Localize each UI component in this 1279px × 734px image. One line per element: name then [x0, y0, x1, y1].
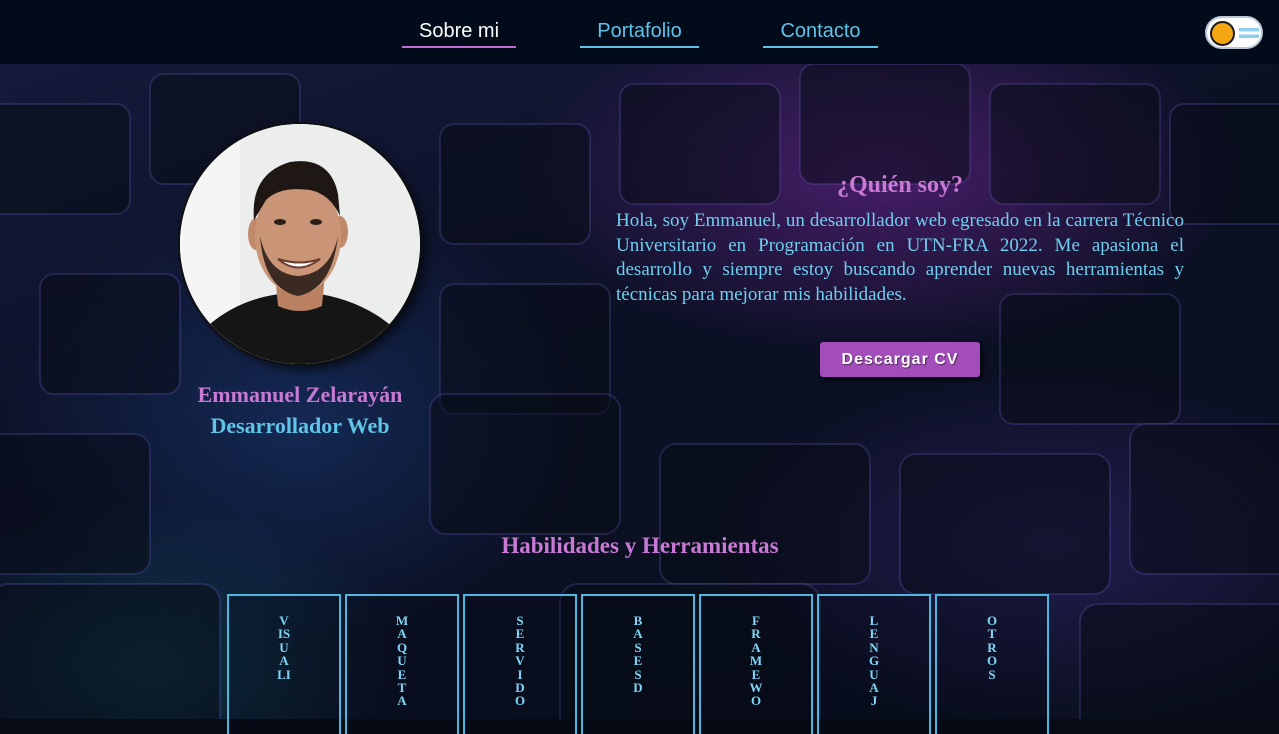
skill-card-otros[interactable]: OTROS: [935, 594, 1049, 734]
avatar: [180, 124, 420, 364]
nav-link-portafolio[interactable]: Portafolio: [580, 18, 699, 48]
profile-name: Emmanuel Zelarayán: [197, 382, 403, 407]
skill-card-maquetacion[interactable]: MAQUETA: [345, 594, 459, 734]
navbar: Sobre mi Portafolio Contacto: [0, 0, 1279, 64]
skills-grid: VISUALI MAQUETA SERVIDO BASES D FRAMEWO …: [227, 594, 1049, 734]
skill-card-lenguajes[interactable]: LENGUAJ: [817, 594, 931, 734]
profile-photo: [180, 124, 420, 364]
sun-icon: [1210, 21, 1235, 46]
skill-card-bases-de-datos[interactable]: BASES D: [581, 594, 695, 734]
skill-card-label: SERVIDO: [514, 613, 526, 709]
skill-card-label: VISUALI: [277, 613, 291, 682]
skill-card-visualizacion[interactable]: VISUALI: [227, 594, 341, 734]
skill-card-frameworks[interactable]: FRAMEWO: [699, 594, 813, 734]
argentina-flag-icon: [1239, 28, 1259, 38]
skill-card-label: OTROS: [986, 613, 998, 682]
nav-link-contacto[interactable]: Contacto: [763, 18, 878, 48]
nav-link-sobre-mi[interactable]: Sobre mi: [402, 18, 516, 48]
skill-card-servidores[interactable]: SERVIDO: [463, 594, 577, 734]
profile-role: Desarrollador Web: [210, 413, 390, 438]
theme-toggle[interactable]: [1205, 16, 1263, 49]
skill-card-label: FRAMEWO: [749, 613, 763, 709]
skill-card-label: BASES D: [633, 613, 645, 696]
download-cv-button[interactable]: Descargar CV: [820, 342, 980, 377]
skills-title: Habilidades y Herramientas: [501, 533, 779, 558]
about-title: ¿Quién soy?: [836, 172, 964, 198]
skill-card-label: LENGUAJ: [868, 613, 880, 709]
about-text: Hola, soy Emmanuel, un desarrollador web…: [616, 210, 1184, 305]
skill-card-label: MAQUETA: [395, 613, 409, 709]
